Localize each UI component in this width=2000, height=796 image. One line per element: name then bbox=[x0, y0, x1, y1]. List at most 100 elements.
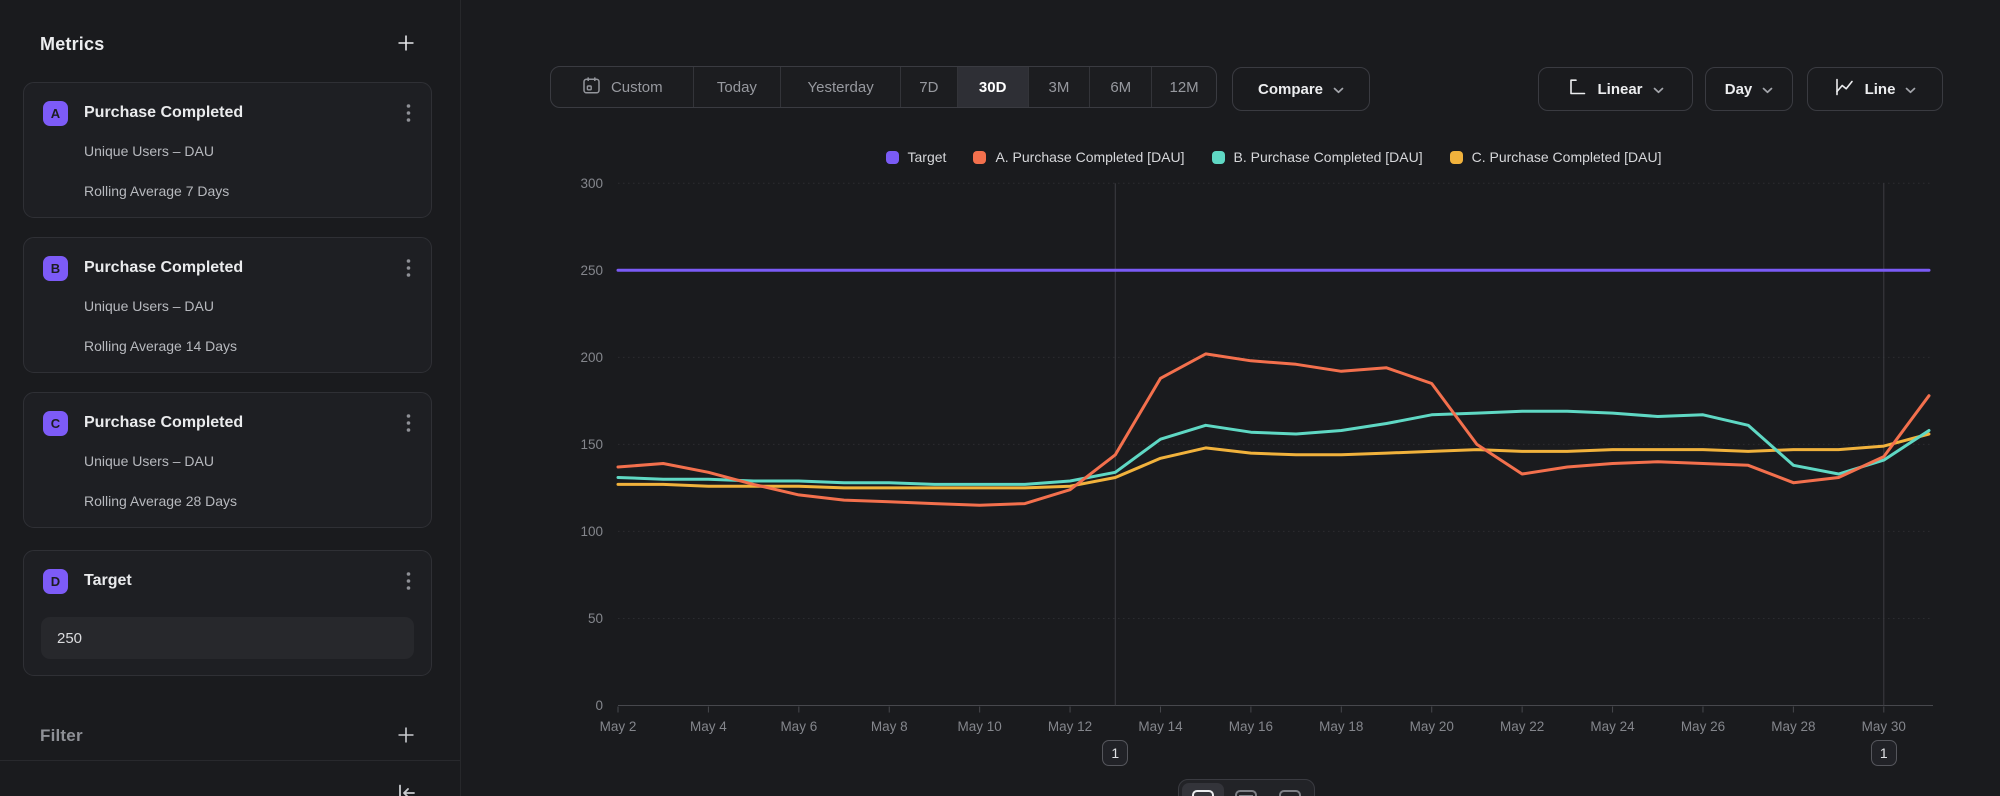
scale-label: Linear bbox=[1597, 81, 1642, 98]
range-label: Today bbox=[717, 79, 757, 96]
granularity-label: Day bbox=[1725, 81, 1753, 98]
range-label: 6M bbox=[1110, 79, 1131, 96]
metric-badge: B bbox=[43, 256, 68, 281]
range-label: Custom bbox=[611, 79, 663, 96]
line-chart-icon bbox=[1834, 77, 1855, 101]
range-label: 12M bbox=[1169, 79, 1198, 96]
svg-text:50: 50 bbox=[588, 611, 603, 626]
chart-type-select-button[interactable]: Line bbox=[1807, 67, 1943, 111]
svg-text:150: 150 bbox=[580, 437, 603, 452]
table-view-icon bbox=[1235, 790, 1257, 796]
metric-card-b[interactable]: B Purchase Completed Unique Users – DAU … bbox=[23, 237, 432, 373]
metric-badge: C bbox=[43, 411, 68, 436]
svg-text:200: 200 bbox=[580, 350, 603, 365]
target-value-input[interactable] bbox=[41, 617, 414, 659]
date-range-picker: Custom Today Yesterday 7D 30D 3M 6M 12M bbox=[550, 66, 1217, 108]
plus-icon bbox=[394, 723, 418, 750]
card-view-button[interactable] bbox=[1269, 783, 1311, 796]
target-card[interactable]: D Target bbox=[23, 550, 432, 676]
view-toggle bbox=[1178, 779, 1315, 796]
metric-card-c[interactable]: C Purchase Completed Unique Users – DAU … bbox=[23, 392, 432, 528]
sidebar: Metrics A Purchase Completed Unique User… bbox=[0, 0, 461, 796]
chevron-down-icon bbox=[1905, 81, 1916, 98]
chart-view-button[interactable] bbox=[1182, 783, 1224, 796]
table-view-button[interactable] bbox=[1225, 783, 1267, 796]
svg-text:0: 0 bbox=[595, 698, 603, 713]
range-30d[interactable]: 30D bbox=[957, 67, 1028, 107]
add-filter-button[interactable] bbox=[392, 722, 420, 750]
svg-text:May 30: May 30 bbox=[1862, 719, 1906, 734]
range-label: Yesterday bbox=[808, 79, 874, 96]
metrics-header: Metrics bbox=[40, 30, 420, 58]
legend-label: Target bbox=[908, 149, 947, 165]
svg-text:May 8: May 8 bbox=[871, 719, 908, 734]
svg-text:May 12: May 12 bbox=[1048, 719, 1092, 734]
metric-rolling-average: Rolling Average 7 Days bbox=[84, 183, 412, 199]
scale-select-button[interactable]: Linear bbox=[1538, 67, 1693, 111]
compare-label: Compare bbox=[1258, 81, 1323, 98]
svg-text:May 24: May 24 bbox=[1590, 719, 1635, 734]
kebab-menu-icon[interactable] bbox=[406, 571, 411, 596]
metric-rolling-average: Rolling Average 14 Days bbox=[84, 338, 412, 354]
svg-text:May 6: May 6 bbox=[780, 719, 817, 734]
range-yesterday[interactable]: Yesterday bbox=[780, 67, 900, 107]
metric-title: Purchase Completed bbox=[84, 414, 243, 432]
svg-text:300: 300 bbox=[580, 176, 603, 191]
filter-title: Filter bbox=[40, 726, 83, 746]
linear-scale-icon bbox=[1567, 77, 1587, 101]
chevron-down-icon bbox=[1333, 81, 1344, 98]
metrics-explorer-screen: 050100150200250300May 2May 4May 6May 8Ma… bbox=[0, 0, 2000, 796]
add-metric-button[interactable] bbox=[392, 30, 420, 58]
range-3m[interactable]: 3M bbox=[1028, 67, 1090, 107]
metrics-title: Metrics bbox=[40, 34, 104, 55]
svg-text:May 2: May 2 bbox=[600, 719, 637, 734]
legend-item-c[interactable]: C. Purchase Completed [DAU] bbox=[1450, 149, 1662, 165]
svg-text:May 14: May 14 bbox=[1138, 719, 1183, 734]
compare-button[interactable]: Compare bbox=[1232, 67, 1370, 111]
series-line-b[interactable] bbox=[618, 411, 1929, 484]
svg-text:May 16: May 16 bbox=[1229, 719, 1273, 734]
metric-badge: A bbox=[43, 101, 68, 126]
svg-text:May 22: May 22 bbox=[1500, 719, 1544, 734]
legend-swatch bbox=[1212, 151, 1225, 164]
legend-swatch bbox=[1450, 151, 1463, 164]
range-today[interactable]: Today bbox=[693, 67, 781, 107]
annotation-marker[interactable]: 1 bbox=[1871, 740, 1897, 766]
metric-card-a[interactable]: A Purchase Completed Unique Users – DAU … bbox=[23, 82, 432, 218]
kebab-menu-icon[interactable] bbox=[406, 258, 411, 283]
range-6m[interactable]: 6M bbox=[1089, 67, 1151, 107]
legend-swatch bbox=[886, 151, 899, 164]
range-label: 30D bbox=[979, 79, 1007, 96]
svg-text:May 18: May 18 bbox=[1319, 719, 1363, 734]
range-label: 7D bbox=[919, 79, 938, 96]
range-12m[interactable]: 12M bbox=[1151, 67, 1216, 107]
sidebar-divider bbox=[0, 760, 460, 761]
chevron-down-icon bbox=[1653, 81, 1664, 98]
chevron-down-icon bbox=[1762, 81, 1773, 98]
range-custom[interactable]: Custom bbox=[551, 67, 693, 107]
plus-icon bbox=[394, 31, 418, 58]
svg-text:May 26: May 26 bbox=[1681, 719, 1725, 734]
card-view-icon bbox=[1279, 790, 1301, 796]
metric-measurement: Unique Users – DAU bbox=[84, 298, 412, 314]
series-line-c[interactable] bbox=[618, 434, 1929, 488]
metric-title: Purchase Completed bbox=[84, 259, 243, 277]
kebab-menu-icon[interactable] bbox=[406, 413, 411, 438]
collapse-sidebar-button[interactable] bbox=[392, 780, 420, 796]
annotation-marker[interactable]: 1 bbox=[1102, 740, 1128, 766]
granularity-select-button[interactable]: Day bbox=[1705, 67, 1793, 111]
svg-text:250: 250 bbox=[580, 263, 603, 278]
kebab-menu-icon[interactable] bbox=[406, 103, 411, 128]
legend-item-target[interactable]: Target bbox=[886, 149, 947, 165]
metric-measurement: Unique Users – DAU bbox=[84, 453, 412, 469]
collapse-left-icon bbox=[393, 780, 419, 796]
legend-item-b[interactable]: B. Purchase Completed [DAU] bbox=[1212, 149, 1423, 165]
legend-label: B. Purchase Completed [DAU] bbox=[1234, 149, 1423, 165]
svg-text:100: 100 bbox=[580, 524, 603, 539]
range-7d[interactable]: 7D bbox=[900, 67, 957, 107]
svg-text:May 28: May 28 bbox=[1771, 719, 1815, 734]
svg-text:May 10: May 10 bbox=[958, 719, 1002, 734]
metric-title: Purchase Completed bbox=[84, 104, 243, 122]
metric-measurement: Unique Users – DAU bbox=[84, 143, 412, 159]
legend-item-a[interactable]: A. Purchase Completed [DAU] bbox=[973, 149, 1184, 165]
